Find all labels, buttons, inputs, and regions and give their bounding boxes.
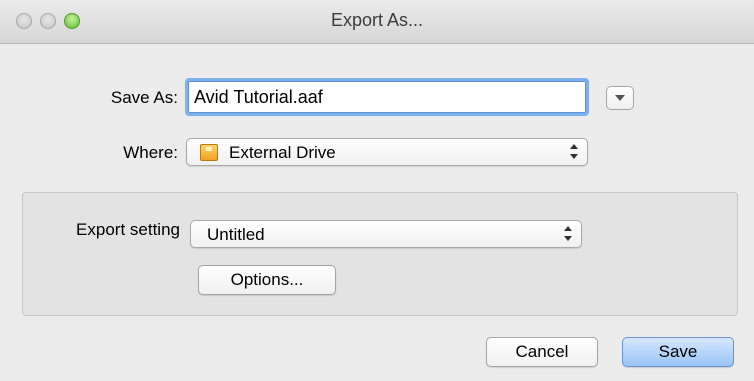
popup-arrows-icon: [570, 144, 578, 160]
save-as-label: Save As:: [110, 88, 178, 107]
export-as-dialog: Export As... Save As: Where: External Dr…: [0, 0, 754, 381]
title-bar: Export As...: [0, 0, 754, 44]
chevron-down-icon: [615, 95, 625, 101]
popup-arrows-icon: [564, 226, 572, 242]
cancel-button[interactable]: Cancel: [486, 337, 598, 367]
where-popup-value: External Drive: [229, 143, 336, 162]
where-popup[interactable]: External Drive: [186, 138, 588, 166]
export-settings-panel: [22, 192, 738, 316]
expand-dialog-button[interactable]: [606, 86, 634, 110]
export-setting-label: Export setting: [76, 220, 180, 239]
save-as-input[interactable]: [185, 78, 589, 116]
external-drive-icon: [200, 144, 218, 161]
options-button[interactable]: Options...: [198, 265, 336, 295]
where-label: Where:: [123, 143, 178, 162]
export-setting-popup[interactable]: Untitled: [190, 220, 582, 248]
export-setting-popup-value: Untitled: [207, 225, 265, 244]
save-button[interactable]: Save: [622, 337, 734, 367]
window-title: Export As...: [330, 10, 424, 30]
